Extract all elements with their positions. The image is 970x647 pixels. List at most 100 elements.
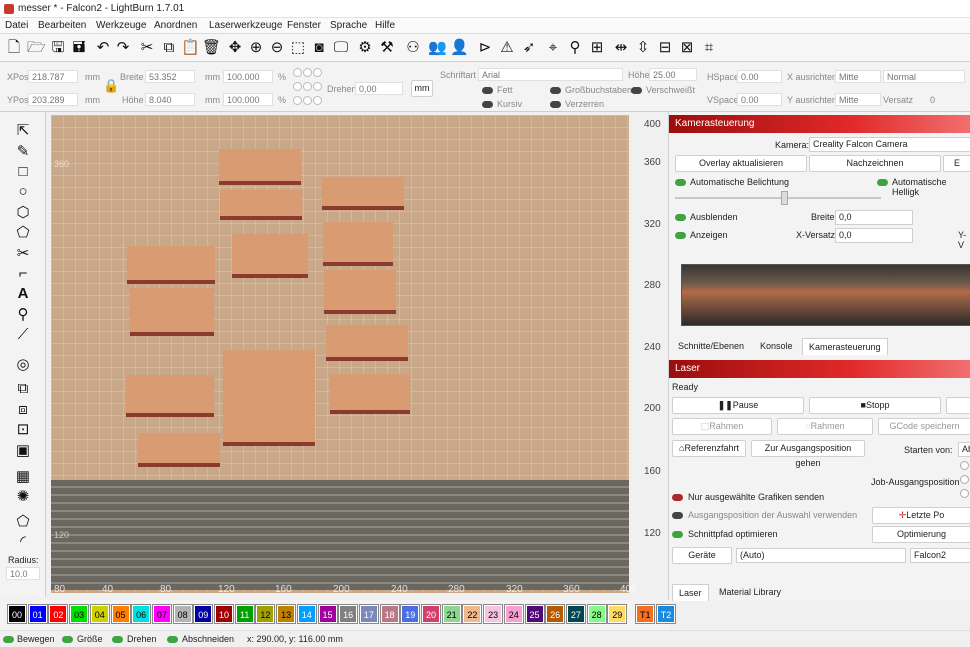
distort-toggle[interactable] [550, 101, 561, 108]
palette-swatch-t1[interactable]: T1 [635, 604, 656, 624]
anchor-tl[interactable] [293, 68, 302, 77]
scale-height-field[interactable]: 100.000 [223, 93, 273, 106]
overlay-width-field[interactable]: 0,0 [835, 210, 913, 225]
ellipse-icon[interactable]: ○ [13, 183, 33, 201]
origin-radio-1[interactable] [960, 461, 969, 470]
menu-werkzeuge[interactable]: Werkzeuge [96, 20, 146, 31]
delete-icon[interactable]: 🗑 [202, 39, 221, 57]
font-height-field[interactable]: 25.00 [649, 68, 697, 81]
palette-swatch-02[interactable]: 02 [48, 604, 69, 624]
rotate-toggle[interactable] [112, 636, 123, 643]
anchor-ml[interactable] [293, 82, 302, 91]
size-toggle[interactable] [62, 636, 73, 643]
anchor-tr[interactable] [313, 68, 322, 77]
menu-bearbeiten[interactable]: Bearbeiten [38, 20, 86, 31]
x-align-select[interactable]: Mitte [835, 70, 881, 83]
open-folder-icon[interactable]: 🗁 [27, 39, 46, 57]
align-right-icon[interactable]: ⊠ [678, 39, 696, 57]
rect-corner-icon[interactable]: ⌐ [13, 265, 33, 283]
tab-camera-control[interactable]: Kamerasteuerung [802, 338, 888, 355]
grid-array-icon[interactable]: ▦ [13, 468, 33, 486]
show-toggle[interactable] [675, 232, 686, 239]
anchor-mr[interactable] [313, 82, 322, 91]
palette-swatch-21[interactable]: 21 [441, 604, 462, 624]
palette-swatch-12[interactable]: 12 [255, 604, 276, 624]
device-select[interactable]: Falcon2 [910, 548, 970, 563]
exposure-slider-handle[interactable] [781, 191, 788, 205]
save-as-icon[interactable]: 🖬 [70, 39, 88, 57]
workspace-canvas[interactable]: 400 360 320 280 240 200 160 120 360 120 … [46, 112, 666, 597]
palette-swatch-07[interactable]: 07 [151, 604, 172, 624]
palette-swatch-15[interactable]: 15 [317, 604, 338, 624]
go-to-origin-button[interactable]: Zur Ausgangsposition gehen [751, 440, 865, 468]
move-icon[interactable]: ✥ [226, 39, 244, 57]
distribute-h-icon[interactable]: ⇹ [612, 39, 630, 57]
clip-toggle[interactable] [167, 636, 178, 643]
palette-swatch-01[interactable]: 01 [27, 604, 48, 624]
warning-icon[interactable]: ⚠ [498, 39, 516, 57]
copy-icon[interactable]: ⧉ [160, 39, 178, 57]
redo-icon[interactable]: ↷ [114, 39, 132, 57]
save-icon[interactable]: 🖫 [49, 39, 67, 57]
selected-only-toggle[interactable] [672, 494, 683, 501]
send-icon[interactable]: ➶ [520, 39, 538, 57]
palette-swatch-16[interactable]: 16 [338, 604, 359, 624]
save-gcode-button[interactable]: GCode speichern [878, 418, 970, 435]
offset-value[interactable]: 0 [930, 95, 935, 105]
tab-cuts-layers[interactable]: Schnitte/Ebenen [672, 338, 750, 355]
pen-icon[interactable]: ✎ [13, 143, 33, 161]
redraw-button[interactable]: Nachzeichnen [809, 155, 941, 172]
polygon-icon[interactable]: ⬡ [13, 204, 33, 222]
palette-swatch-11[interactable]: 11 [234, 604, 255, 624]
start-button[interactable] [946, 397, 970, 414]
union-shapes-icon[interactable]: ⧉ [13, 380, 33, 398]
palette-swatch-09[interactable]: 09 [193, 604, 214, 624]
cut-icon[interactable]: ✂ [138, 39, 156, 57]
camera-extra-button[interactable]: E [943, 155, 970, 172]
ypos-field[interactable]: 203.289 [28, 93, 78, 106]
rectangle-icon[interactable]: □ [13, 163, 33, 181]
tab-console[interactable]: Konsole [754, 338, 799, 355]
palette-swatch-20[interactable]: 20 [421, 604, 441, 624]
uppercase-toggle[interactable] [550, 87, 561, 94]
palette-swatch-06[interactable]: 06 [131, 604, 152, 624]
settings-icon[interactable]: ⚙ [356, 39, 374, 57]
italic-toggle[interactable] [482, 101, 493, 108]
width-field[interactable]: 53.352 [145, 70, 195, 83]
devices-button[interactable]: Geräte [672, 547, 732, 564]
home-button[interactable]: ⌂Referenzfahrt [672, 440, 746, 457]
camera-select[interactable]: Creality Falcon Camera [809, 137, 970, 152]
scale-width-field[interactable]: 100.000 [223, 70, 273, 83]
palette-swatch-03[interactable]: 03 [69, 604, 90, 624]
update-overlay-button[interactable]: Overlay aktualisieren [675, 155, 807, 172]
palette-swatch-28[interactable]: 28 [586, 604, 607, 624]
zoom-frame-icon[interactable]: ⬚ [289, 39, 307, 57]
palette-swatch-27[interactable]: 27 [565, 604, 586, 624]
tab-material-library[interactable]: Material Library [713, 584, 787, 601]
menu-sprache[interactable]: Sprache [330, 20, 367, 31]
anchor-bl[interactable] [293, 96, 302, 105]
palette-swatch-08[interactable]: 08 [172, 604, 193, 624]
node-edit-icon[interactable]: ⌗ [700, 39, 718, 57]
align-center-icon[interactable]: ⊟ [656, 39, 674, 57]
hspace-field[interactable]: 0.00 [737, 70, 782, 83]
paste-icon[interactable]: 📋 [181, 39, 200, 57]
offset-ring-icon[interactable]: ◎ [13, 356, 33, 374]
polygon-outline-icon[interactable]: ⬠ [13, 224, 33, 242]
xpos-field[interactable]: 218.787 [28, 70, 78, 83]
units-mm-button[interactable]: mm [411, 80, 433, 97]
edit-nodes-icon[interactable]: ⬠ [13, 513, 33, 531]
palette-swatch-00[interactable]: 00 [7, 604, 27, 624]
menu-anordnen[interactable]: Anordnen [154, 20, 197, 31]
anchor-br[interactable] [313, 96, 322, 105]
palette-swatch-23[interactable]: 23 [483, 604, 504, 624]
stop-button[interactable]: ■Stopp [809, 397, 941, 414]
frame-round-button[interactable]: ◌Rahmen [777, 418, 873, 435]
palette-swatch-14[interactable]: 14 [296, 604, 317, 624]
palette-swatch-24[interactable]: 24 [503, 604, 524, 624]
measure-ruler-icon[interactable]: ⟋ [13, 326, 33, 344]
height-field[interactable]: 8.040 [145, 93, 195, 106]
align-objects-icon[interactable]: ⊞ [588, 39, 606, 57]
distribute-v-icon[interactable]: ⇳ [634, 39, 652, 57]
font-select[interactable]: Arial [478, 68, 623, 81]
